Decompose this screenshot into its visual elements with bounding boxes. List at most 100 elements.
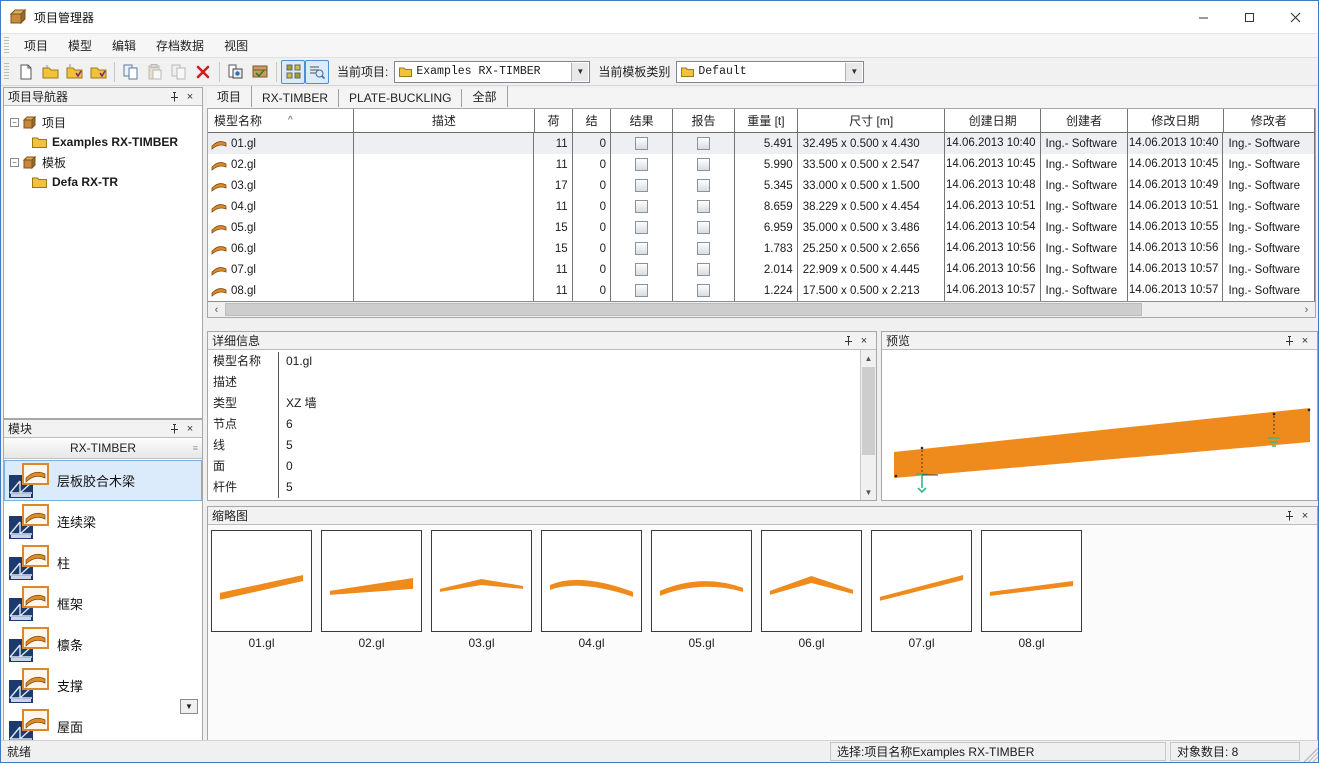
thumbnail-item[interactable]: 03.gl bbox=[431, 530, 532, 650]
scroll-left-button[interactable]: ‹ bbox=[208, 302, 225, 317]
tree-node-templates[interactable]: − 模板 bbox=[6, 152, 200, 172]
column-header-results[interactable]: 结果 bbox=[611, 109, 673, 132]
details-view-toggle[interactable] bbox=[305, 60, 329, 84]
module-list-scroll-down-button[interactable]: ▼ bbox=[180, 699, 198, 714]
table-row[interactable]: 06.gl 15 0 1.783 25.250 x 0.500 x 2.656 … bbox=[208, 238, 1315, 259]
column-header-name[interactable]: 模型名称^ bbox=[208, 109, 354, 132]
scrollbar-thumb[interactable] bbox=[862, 367, 875, 455]
collapse-icon[interactable]: − bbox=[10, 118, 19, 127]
column-header-size[interactable]: 尺寸 [m] bbox=[798, 109, 946, 132]
results-checkbox[interactable] bbox=[635, 263, 648, 276]
pin-icon[interactable] bbox=[1281, 509, 1297, 523]
report-checkbox[interactable] bbox=[697, 200, 710, 213]
combo-dropdown-arrow[interactable]: ▼ bbox=[845, 63, 862, 81]
details-vertical-scrollbar[interactable]: ▲ ▼ bbox=[860, 350, 876, 500]
thumbnail-item[interactable]: 04.gl bbox=[541, 530, 642, 650]
column-header-report[interactable]: 报告 bbox=[673, 109, 735, 132]
minimize-button[interactable] bbox=[1180, 1, 1226, 33]
scroll-right-button[interactable]: › bbox=[1298, 302, 1315, 317]
column-header-desc[interactable]: 描述 bbox=[354, 109, 535, 132]
report-checkbox[interactable] bbox=[697, 158, 710, 171]
table-row[interactable]: 01.gl 11 0 5.491 32.495 x 0.500 x 4.430 … bbox=[208, 133, 1315, 154]
thumbnail-item[interactable]: 08.gl bbox=[981, 530, 1082, 650]
results-checkbox[interactable] bbox=[635, 179, 648, 192]
module-item[interactable]: 屋面 bbox=[4, 706, 202, 740]
pin-icon[interactable] bbox=[1281, 334, 1297, 348]
menu-grip[interactable] bbox=[4, 37, 9, 55]
close-icon[interactable]: × bbox=[1297, 509, 1313, 523]
results-checkbox[interactable] bbox=[635, 200, 648, 213]
thumbnail-item[interactable]: 06.gl bbox=[761, 530, 862, 650]
module-item[interactable]: 框架 bbox=[4, 583, 202, 624]
new-model-button[interactable] bbox=[14, 60, 38, 84]
close-icon[interactable]: × bbox=[1297, 334, 1313, 348]
column-header-modified[interactable]: 修改日期 bbox=[1128, 109, 1223, 132]
resize-grip[interactable] bbox=[1302, 741, 1318, 762]
results-checkbox[interactable] bbox=[635, 137, 648, 150]
results-checkbox[interactable] bbox=[635, 158, 648, 171]
table-row[interactable]: 05.gl 15 0 6.959 35.000 x 0.500 x 3.486 … bbox=[208, 217, 1315, 238]
column-header-modifier[interactable]: 修改者 bbox=[1224, 109, 1315, 132]
tab-all[interactable]: 全部 bbox=[462, 86, 507, 107]
results-checkbox[interactable] bbox=[635, 284, 648, 297]
delete-button[interactable] bbox=[191, 60, 215, 84]
scroll-up-button[interactable]: ▲ bbox=[861, 350, 876, 366]
table-horizontal-scrollbar[interactable]: ‹ › bbox=[207, 301, 1316, 318]
report-checkbox[interactable] bbox=[697, 179, 710, 192]
table-row[interactable]: 08.gl 11 0 1.224 17.500 x 0.500 x 2.213 … bbox=[208, 280, 1315, 301]
current-project-combo[interactable]: Examples RX-TIMBER ▼ bbox=[394, 61, 590, 83]
close-icon[interactable]: × bbox=[182, 90, 198, 104]
tree-node-project-examples[interactable]: Examples RX-TIMBER bbox=[6, 132, 200, 152]
close-button[interactable] bbox=[1272, 1, 1318, 33]
close-icon[interactable]: × bbox=[856, 334, 872, 348]
report-checkbox[interactable] bbox=[697, 284, 710, 297]
menu-item[interactable]: 存档数据 bbox=[146, 34, 214, 57]
toolbar-grip[interactable] bbox=[4, 63, 9, 81]
archive-button[interactable] bbox=[248, 60, 272, 84]
module-group-header[interactable]: RX-TIMBER ≡ bbox=[4, 438, 202, 459]
table-row[interactable]: 04.gl 11 0 8.659 38.229 x 0.500 x 4.454 … bbox=[208, 196, 1315, 217]
column-header-weight[interactable]: 重量 [t] bbox=[735, 109, 798, 132]
menu-item[interactable]: 项目 bbox=[14, 34, 58, 57]
report-checkbox[interactable] bbox=[697, 137, 710, 150]
report-checkbox[interactable] bbox=[697, 221, 710, 234]
column-header-loadcases[interactable]: 荷 bbox=[535, 109, 573, 132]
table-row[interactable]: 03.gl 17 0 5.345 33.000 x 0.500 x 1.500 … bbox=[208, 175, 1315, 196]
tab-project[interactable]: 项目 bbox=[207, 86, 252, 107]
copy-button[interactable] bbox=[119, 60, 143, 84]
column-header-combinations[interactable]: 结 bbox=[573, 109, 611, 132]
report-checkbox[interactable] bbox=[697, 242, 710, 255]
pin-icon[interactable] bbox=[166, 422, 182, 436]
module-item[interactable]: 柱 bbox=[4, 542, 202, 583]
pin-icon[interactable] bbox=[840, 334, 856, 348]
tree-node-projects[interactable]: − 项目 bbox=[6, 112, 200, 132]
template-category-combo[interactable]: Default ▼ bbox=[676, 61, 864, 83]
scrollbar-thumb[interactable] bbox=[225, 303, 1142, 316]
maximize-button[interactable] bbox=[1226, 1, 1272, 33]
module-item[interactable]: 连续梁 bbox=[4, 501, 202, 542]
table-row[interactable]: 02.gl 11 0 5.990 33.500 x 0.500 x 2.547 … bbox=[208, 154, 1315, 175]
module-item[interactable]: 支撑 bbox=[4, 665, 202, 706]
module-item[interactable]: 檩条 bbox=[4, 624, 202, 665]
import-button[interactable] bbox=[224, 60, 248, 84]
tree-node-template-default[interactable]: Defa RX-TR bbox=[6, 172, 200, 192]
thumbnail-view-toggle[interactable] bbox=[281, 60, 305, 84]
copy-to-button[interactable] bbox=[167, 60, 191, 84]
thumbnail-item[interactable]: 02.gl bbox=[321, 530, 422, 650]
new-project-button[interactable] bbox=[38, 60, 62, 84]
thumbnail-item[interactable]: 07.gl bbox=[871, 530, 972, 650]
results-checkbox[interactable] bbox=[635, 242, 648, 255]
column-header-created[interactable]: 创建日期 bbox=[945, 109, 1040, 132]
table-row[interactable]: 07.gl 11 0 2.014 22.909 x 0.500 x 4.445 … bbox=[208, 259, 1315, 280]
menu-item[interactable]: 视图 bbox=[214, 34, 258, 57]
menu-item[interactable]: 模型 bbox=[58, 34, 102, 57]
column-header-creator[interactable]: 创建者 bbox=[1041, 109, 1129, 132]
results-checkbox[interactable] bbox=[635, 221, 648, 234]
scroll-down-button[interactable]: ▼ bbox=[861, 484, 876, 500]
thumbnail-item[interactable]: 05.gl bbox=[651, 530, 752, 650]
thumbnail-item[interactable]: 01.gl bbox=[211, 530, 312, 650]
tab-rx-timber[interactable]: RX-TIMBER bbox=[252, 89, 339, 107]
menu-item[interactable]: 编辑 bbox=[102, 34, 146, 57]
close-icon[interactable]: × bbox=[182, 422, 198, 436]
collapse-icon[interactable]: − bbox=[10, 158, 19, 167]
